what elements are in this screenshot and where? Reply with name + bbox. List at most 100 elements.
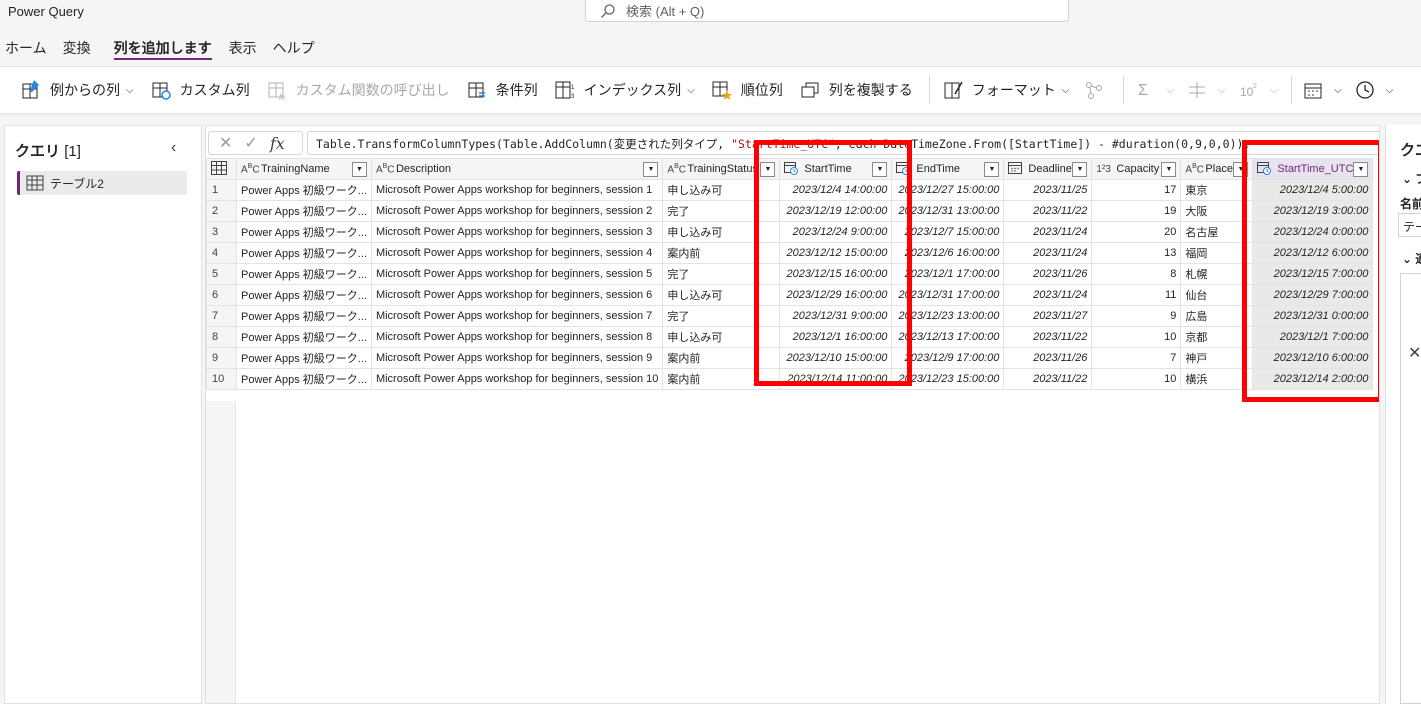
table-cell[interactable]: Microsoft Power Apps workshop for beginn… xyxy=(370,368,664,390)
table-cell[interactable]: 2023/11/27 xyxy=(1003,305,1093,327)
table-cell[interactable]: Power Apps 初級ワーク... xyxy=(236,263,372,285)
query-name-input[interactable]: テー xyxy=(1398,213,1421,237)
table-cell[interactable]: Microsoft Power Apps workshop for beginn… xyxy=(370,200,664,222)
row-number[interactable]: 5 xyxy=(206,263,237,285)
column-header-deadline[interactable]: Deadline ▼ xyxy=(1003,158,1093,180)
delete-step-icon[interactable]: ✕ xyxy=(1408,343,1421,363)
table-cell[interactable]: Power Apps 初級ワーク... xyxy=(236,200,372,222)
svg-text:10: 10 xyxy=(1240,85,1254,99)
statistics-button[interactable]: Σ ⌵ xyxy=(1130,74,1178,106)
filter-dropdown-icon[interactable]: ▼ xyxy=(984,161,1000,177)
table-cell[interactable]: Microsoft Power Apps workshop for beginn… xyxy=(370,326,664,348)
query-item[interactable]: テーブル2 xyxy=(17,171,187,195)
text-type-icon[interactable]: ABC xyxy=(1185,163,1204,175)
table-cell[interactable]: 11 xyxy=(1091,284,1182,306)
table-cell[interactable]: Power Apps 初級ワーク... xyxy=(236,221,372,243)
table-cell[interactable]: Power Apps 初級ワーク... xyxy=(236,305,372,327)
column-from-examples-button[interactable]: 例からの列 ⌵ xyxy=(14,74,140,106)
text-type-icon[interactable]: ABC xyxy=(667,163,686,175)
table-cell[interactable]: Power Apps 初級ワーク... xyxy=(236,284,372,306)
invoke-custom-function-button[interactable]: fx カスタム関数の呼び出し xyxy=(260,74,456,106)
power-query-window: Power Query 検索 (Alt + Q) ホーム 変換 列を追加します … xyxy=(0,0,1421,704)
table-cell[interactable]: 13 xyxy=(1091,242,1182,264)
properties-section[interactable]: ⌄ ブ xyxy=(1402,170,1421,187)
table-cell[interactable]: 2023/11/24 xyxy=(1003,284,1093,306)
date-button[interactable]: ⌵ xyxy=(1298,74,1346,106)
table-cell[interactable]: 8 xyxy=(1091,263,1182,285)
table-cell[interactable]: Power Apps 初級ワーク... xyxy=(236,179,372,201)
table-cell[interactable]: 19 xyxy=(1091,200,1182,222)
row-number[interactable]: 8 xyxy=(206,326,237,348)
tab-home[interactable]: ホーム xyxy=(5,30,47,60)
table-cell[interactable]: 2023/11/24 xyxy=(1003,242,1093,264)
table-cell[interactable]: Power Apps 初級ワーク... xyxy=(236,242,372,264)
sigma-icon: Σ xyxy=(1138,82,1148,99)
cancel-formula-icon[interactable]: ✕ xyxy=(219,133,232,153)
commit-formula-icon[interactable]: ✓ xyxy=(244,133,257,153)
format-button[interactable]: フォーマット ⌵ xyxy=(936,74,1076,106)
text-type-icon[interactable]: ABC xyxy=(241,163,260,175)
table-cell[interactable]: 20 xyxy=(1091,221,1182,243)
svg-text:Σ: Σ xyxy=(1138,82,1148,99)
duplicate-column-button[interactable]: 列を複製する xyxy=(793,74,919,106)
rank-column-button[interactable]: 順位列 xyxy=(705,74,789,106)
table-cell[interactable]: Microsoft Power Apps workshop for beginn… xyxy=(370,263,664,285)
row-number[interactable]: 6 xyxy=(206,284,237,306)
table-cell[interactable]: Microsoft Power Apps workshop for beginn… xyxy=(370,347,664,369)
table-cell[interactable]: Power Apps 初級ワーク... xyxy=(236,368,372,390)
row-number[interactable]: 4 xyxy=(206,242,237,264)
conditional-column-button[interactable]: 条件列 xyxy=(460,74,544,106)
table-cell[interactable]: 2023/11/22 xyxy=(1003,200,1093,222)
collapse-chevron-icon[interactable]: ‹ xyxy=(171,139,176,157)
row-number[interactable]: 1 xyxy=(206,179,237,201)
date-type-icon[interactable] xyxy=(1008,161,1024,177)
table-cell[interactable]: Microsoft Power Apps workshop for beginn… xyxy=(370,242,664,264)
number-type-icon[interactable]: 1²3 xyxy=(1096,164,1112,175)
table-cell[interactable]: Microsoft Power Apps workshop for beginn… xyxy=(370,221,664,243)
table-cell[interactable]: 10 xyxy=(1091,368,1182,390)
row-number[interactable]: 2 xyxy=(206,200,237,222)
custom-column-button[interactable]: カスタム列 xyxy=(144,74,256,106)
tab-view[interactable]: 表示 xyxy=(229,30,257,60)
table-cell[interactable]: 2023/11/25 xyxy=(1003,179,1093,201)
table-cell[interactable]: 10 xyxy=(1091,326,1182,348)
row-number[interactable]: 10 xyxy=(206,368,237,390)
standard-button[interactable]: ⌵ xyxy=(1182,74,1230,106)
filter-dropdown-icon[interactable]: ▼ xyxy=(351,161,367,177)
row-number[interactable]: 3 xyxy=(206,221,237,243)
tab-add-column[interactable]: 列を追加します xyxy=(113,30,212,60)
time-button[interactable]: ⌵ xyxy=(1350,74,1398,106)
table-cell[interactable]: Power Apps 初級ワーク... xyxy=(236,326,372,348)
format-icon xyxy=(944,81,963,99)
filter-dropdown-icon[interactable]: ▼ xyxy=(643,161,659,177)
tab-transform[interactable]: 変換 xyxy=(63,30,91,60)
table-cell[interactable]: 7 xyxy=(1091,347,1182,369)
row-number[interactable]: 9 xyxy=(206,347,237,369)
table-cell[interactable]: 2023/11/22 xyxy=(1003,368,1093,390)
filter-dropdown-icon[interactable]: ▼ xyxy=(1161,161,1177,177)
table-cell[interactable]: 9 xyxy=(1091,305,1182,327)
index-column-icon: 13 xyxy=(555,81,575,100)
table-cell[interactable]: 2023/11/22 xyxy=(1003,326,1093,348)
text-type-icon[interactable]: ABC xyxy=(376,163,395,175)
table-cell[interactable]: 17 xyxy=(1091,179,1182,201)
column-header-description[interactable]: ABC Description ▼ xyxy=(370,158,664,180)
applied-steps-section[interactable]: ⌄ 適 xyxy=(1402,250,1421,267)
tab-help[interactable]: ヘルプ xyxy=(273,30,315,60)
column-header-capacity[interactable]: 1²3 Capacity ▼ xyxy=(1091,158,1182,180)
table-cell[interactable]: 2023/11/26 xyxy=(1003,347,1093,369)
table-cell[interactable]: Power Apps 初級ワーク... xyxy=(236,347,372,369)
column-header-trainingname[interactable]: ABC TrainingName ▼ xyxy=(236,158,372,180)
select-all-corner[interactable] xyxy=(206,158,237,180)
index-column-button[interactable]: 13 インデックス列 ⌵ xyxy=(548,74,701,106)
table-cell[interactable]: Microsoft Power Apps workshop for beginn… xyxy=(370,284,664,306)
table-cell[interactable]: 2023/11/26 xyxy=(1003,263,1093,285)
extract-button[interactable] xyxy=(1079,74,1113,106)
table-cell[interactable]: Microsoft Power Apps workshop for beginn… xyxy=(370,305,664,327)
scientific-button[interactable]: 10 2 ⌵ xyxy=(1234,74,1282,106)
table-cell[interactable]: 2023/11/24 xyxy=(1003,221,1093,243)
filter-dropdown-icon[interactable]: ▼ xyxy=(1072,161,1088,177)
row-number[interactable]: 7 xyxy=(206,305,237,327)
table-cell[interactable]: Microsoft Power Apps workshop for beginn… xyxy=(370,179,664,201)
search-box[interactable]: 検索 (Alt + Q) xyxy=(585,0,1069,22)
